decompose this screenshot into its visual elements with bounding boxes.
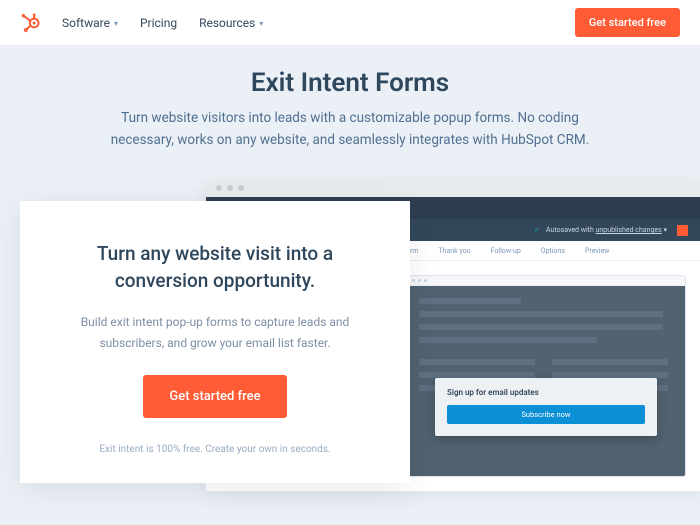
card-cta-button[interactable]: Get started free: [143, 375, 286, 418]
promo-card: Turn any website visit into a conversion…: [20, 201, 410, 483]
preview-browser: Sign up for email updates Subscribe now: [406, 275, 686, 477]
placeholder-line: [419, 311, 663, 317]
nav-resources[interactable]: Resources▾: [199, 16, 263, 30]
hero-title: Exit Intent Forms: [40, 68, 660, 98]
placeholder-line: [419, 337, 597, 343]
content-row: Email Subscribers Pop-up ✎ ✓ Autosaved w…: [0, 179, 700, 519]
hero-subtitle: Turn website visitors into leads with a …: [100, 108, 600, 151]
chevron-down-icon: ▾: [114, 19, 118, 28]
action-button[interactable]: [677, 225, 688, 236]
card-subtitle: Build exit intent pop-up forms to captur…: [56, 312, 374, 353]
nav-software[interactable]: Software▾: [62, 16, 118, 30]
tab-followup[interactable]: Follow-up: [491, 247, 521, 255]
preview-page: Sign up for email updates Subscribe now: [407, 286, 685, 476]
card-title: Turn any website visit into a conversion…: [56, 241, 374, 294]
check-icon: ✓: [534, 226, 540, 234]
hubspot-logo-icon[interactable]: [20, 13, 40, 33]
preview-chrome: [407, 276, 685, 286]
subscribe-button[interactable]: Subscribe now: [447, 405, 645, 424]
nav-pricing[interactable]: Pricing: [140, 16, 177, 30]
browser-chrome: [206, 179, 700, 197]
placeholder-line: [419, 324, 663, 330]
tab-options[interactable]: Options: [541, 247, 565, 255]
tab-preview[interactable]: Preview: [585, 247, 609, 255]
chevron-down-icon: ▾: [259, 19, 263, 28]
top-nav: Software▾ Pricing Resources▾ Get started…: [0, 0, 700, 46]
window-dot-icon: [227, 185, 233, 191]
card-footer: Exit intent is 100% free. Create your ow…: [56, 444, 374, 455]
hero-header: Exit Intent Forms Turn website visitors …: [0, 68, 700, 151]
nav-left: Software▾ Pricing Resources▾: [20, 13, 263, 33]
placeholder-line: [419, 298, 521, 304]
tab-thankyou[interactable]: Thank you: [438, 247, 470, 255]
get-started-button[interactable]: Get started free: [575, 8, 680, 37]
unpublished-link[interactable]: unpublished changes: [596, 226, 662, 234]
popup-title: Sign up for email updates: [447, 388, 645, 397]
window-dot-icon: [238, 185, 244, 191]
exit-intent-popup: Sign up for email updates Subscribe now: [435, 378, 657, 436]
hero-section: Exit Intent Forms Turn website visitors …: [0, 46, 700, 525]
window-dot-icon: [216, 185, 222, 191]
